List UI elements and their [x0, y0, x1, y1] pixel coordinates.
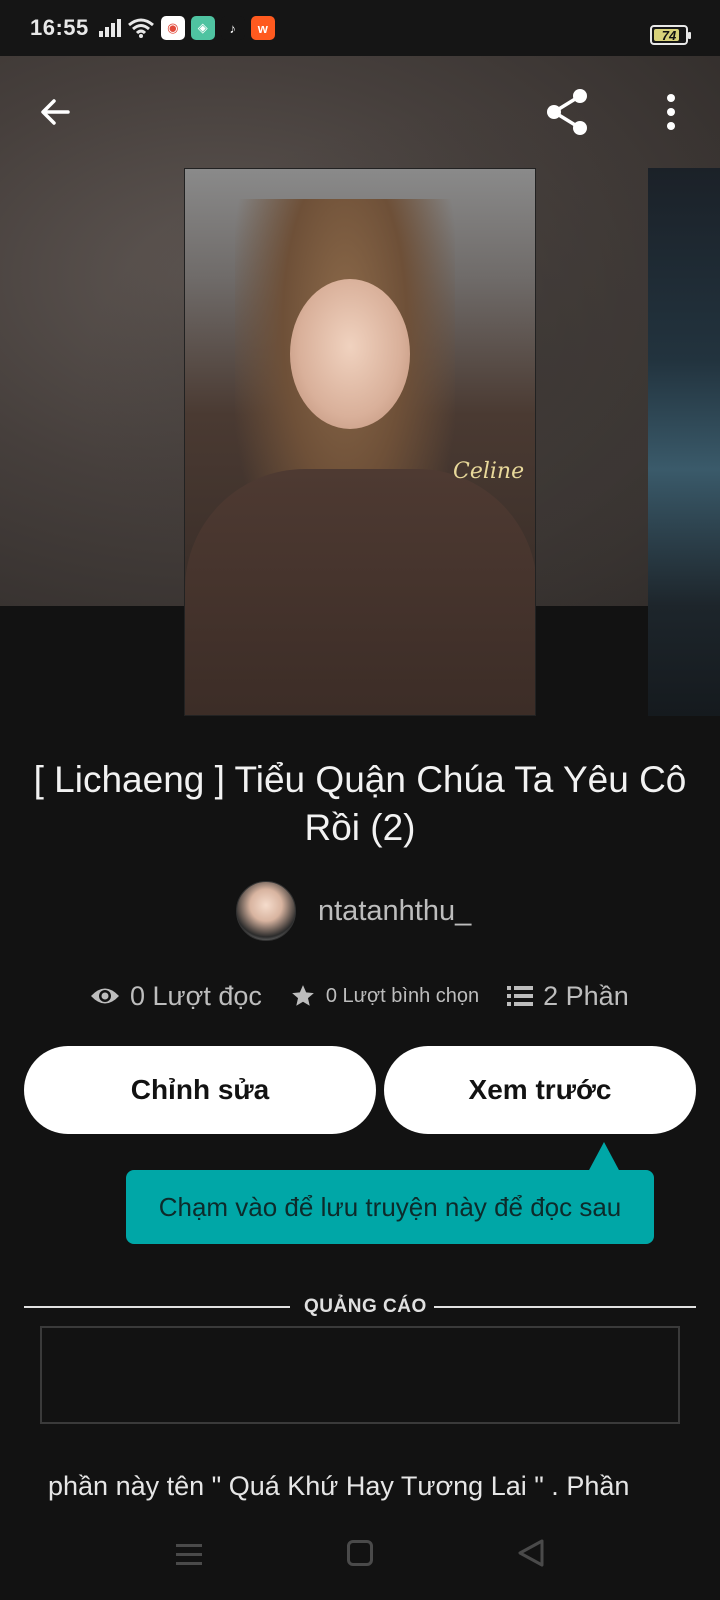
- eye-icon: [91, 988, 119, 1004]
- author-row[interactable]: ntatanhthu_: [236, 880, 471, 942]
- avatar[interactable]: [236, 881, 296, 941]
- chrome-app-icon: ◉: [160, 16, 185, 40]
- home-icon[interactable]: [347, 1540, 373, 1566]
- green-app-icon: ◈: [190, 16, 215, 40]
- ad-placeholder[interactable]: [40, 1326, 680, 1424]
- battery-level: 74: [661, 27, 677, 43]
- tooltip-text: Chạm vào để lưu truyện này để đọc sau: [158, 1191, 622, 1222]
- story-title: [ Lichaeng ] Tiểu Quận Chúa Ta Yêu Cô Rồ…: [33, 759, 687, 848]
- next-cover-image[interactable]: [648, 168, 720, 716]
- back-triangle-icon[interactable]: [516, 1538, 546, 1568]
- cover-script-text: Celine: [453, 459, 525, 484]
- list-icon: [507, 986, 534, 1006]
- top-action-bar: [0, 80, 720, 144]
- tooltip-arrow: [588, 1142, 620, 1172]
- more-vertical-icon[interactable]: [656, 92, 686, 132]
- author-name[interactable]: ntatanhthu_: [318, 895, 471, 928]
- menu-icon[interactable]: [176, 1542, 202, 1566]
- votes-stat: 0 Lượt bình chọn: [290, 983, 479, 1009]
- story-description: phần này tên " Quá Khứ Hay Tương Lai " .…: [48, 1471, 630, 1501]
- reads-stat: 0 Lượt đọc: [90, 981, 262, 1012]
- ad-divider: QUẢNG CÁO: [24, 1296, 696, 1317]
- ad-label: QUẢNG CÁO: [304, 1296, 427, 1317]
- status-icons: ◉ ◈ ♪ w: [98, 16, 275, 40]
- arrow-left-icon[interactable]: [36, 92, 76, 132]
- save-tooltip[interactable]: Chạm vào để lưu truyện này để đọc sau: [126, 1170, 654, 1244]
- signal-icon: [98, 19, 121, 37]
- tiktok-app-icon: ♪: [220, 16, 245, 40]
- battery-icon: 74: [650, 25, 691, 45]
- status-bar: 16:55 ◉ ◈ ♪ w 74: [0, 0, 720, 56]
- share-icon[interactable]: [542, 86, 594, 138]
- reads-count: 0 Lượt đọc: [130, 980, 262, 1011]
- stats-row: 0 Lượt đọc 0 Lượt bình chọn 2 Phần: [90, 976, 629, 1016]
- votes-count: 0 Lượt bình chọn: [325, 984, 480, 1007]
- edit-button[interactable]: Chỉnh sửa: [24, 1046, 376, 1134]
- story-cover-image[interactable]: Celine: [184, 168, 536, 716]
- wattpad-app-icon: w: [250, 16, 275, 40]
- system-nav-bar: [0, 1520, 720, 1600]
- star-icon: [292, 985, 314, 1006]
- preview-button[interactable]: Xem trước: [384, 1046, 696, 1134]
- parts-stat: 2 Phần: [507, 981, 629, 1012]
- wifi-icon: [127, 18, 154, 38]
- parts-count: 2 Phần: [543, 980, 629, 1011]
- status-time: 16:55: [30, 15, 89, 40]
